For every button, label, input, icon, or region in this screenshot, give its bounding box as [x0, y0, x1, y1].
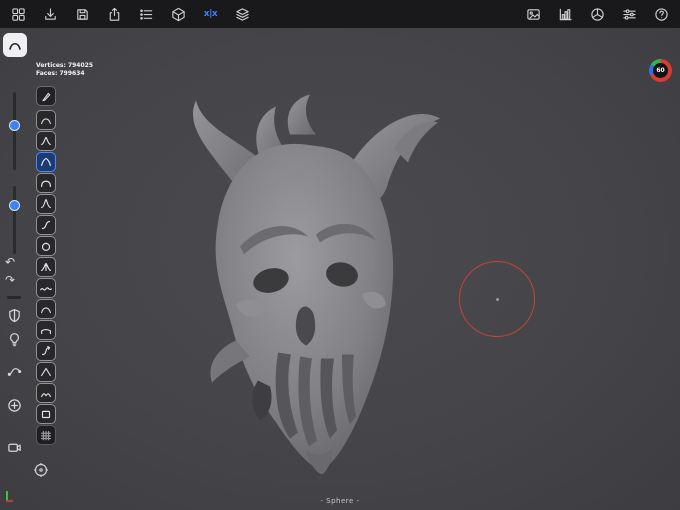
redo-button[interactable]: ↷	[5, 274, 15, 286]
faces-count: Faces: 799634	[36, 70, 85, 77]
object-name-label: - Sphere -	[320, 497, 360, 505]
settings-sliders-icon[interactable]	[621, 6, 638, 23]
brush-cursor-ring	[459, 261, 535, 337]
symmetry-icon[interactable]: x|x	[202, 6, 219, 23]
viewport-canvas[interactable]: Vertices: 794025 Faces: 799634 60 - Sphe…	[0, 28, 680, 510]
intensity-slider-handle[interactable]	[9, 200, 20, 211]
brush-trim[interactable]	[36, 362, 56, 382]
brush-smooth[interactable]	[36, 299, 56, 319]
mesh-cube-icon[interactable]	[170, 6, 187, 23]
brush-stamp[interactable]	[36, 404, 56, 424]
top-toolbar: x|x	[0, 0, 680, 28]
brush-move[interactable]	[36, 215, 56, 235]
brush-ridge[interactable]	[36, 383, 56, 403]
smooth-curve-icon[interactable]	[5, 362, 23, 380]
symmetry-label: x|x	[203, 9, 218, 19]
stats-chart-icon[interactable]	[557, 6, 574, 23]
camera-icon[interactable]	[5, 438, 23, 456]
add-circle-icon[interactable]	[5, 396, 23, 414]
brush-blob[interactable]	[36, 236, 56, 256]
layers-icon[interactable]	[234, 6, 251, 23]
radius-slider-handle[interactable]	[9, 120, 20, 131]
brush-build[interactable]	[36, 152, 56, 172]
brush-drag[interactable]	[36, 341, 56, 361]
brush-crease[interactable]	[36, 194, 56, 214]
brush-standard[interactable]	[36, 131, 56, 151]
vertices-count: Vertices: 794025	[36, 62, 94, 69]
help-icon[interactable]	[653, 6, 670, 23]
sculpted-model[interactable]	[140, 88, 480, 493]
scene-list-icon[interactable]	[138, 6, 155, 23]
import-icon[interactable]	[42, 6, 59, 23]
toolbar-divider	[7, 296, 21, 299]
save-icon[interactable]	[74, 6, 91, 23]
toolbar-left-group: x|x	[10, 6, 251, 23]
mesh-stats: Vertices: 794025 Faces: 799634	[36, 62, 93, 78]
light-bulb-icon[interactable]	[5, 330, 23, 348]
background-image-icon[interactable]	[525, 6, 542, 23]
gizmo-tool[interactable]	[32, 461, 50, 479]
brush-radius-slider[interactable]	[9, 92, 20, 170]
brush-flatten[interactable]	[36, 320, 56, 340]
brush-intensity-slider[interactable]	[9, 186, 20, 254]
app-window: x|x Vertices: 794025 Faces: 799634 60 - …	[0, 0, 680, 510]
mask-shield-icon[interactable]	[5, 306, 23, 324]
fps-gauge[interactable]: 60	[649, 59, 672, 82]
active-brush-tool[interactable]	[3, 33, 27, 57]
brush-pinch[interactable]	[36, 257, 56, 277]
brush-clay[interactable]	[36, 110, 56, 130]
dropper-pen-tool[interactable]	[36, 86, 56, 106]
toolbar-right-group	[525, 6, 670, 23]
brush-wave[interactable]	[36, 278, 56, 298]
grid-snapshot-tool[interactable]	[36, 425, 56, 445]
material-sphere-icon[interactable]	[589, 6, 606, 23]
brush-inflate[interactable]	[36, 173, 56, 193]
export-share-icon[interactable]	[106, 6, 123, 23]
undo-button[interactable]: ↶	[5, 256, 15, 268]
apps-grid-icon[interactable]	[10, 6, 27, 23]
brush-column	[36, 110, 56, 445]
fps-value: 60	[656, 67, 665, 74]
